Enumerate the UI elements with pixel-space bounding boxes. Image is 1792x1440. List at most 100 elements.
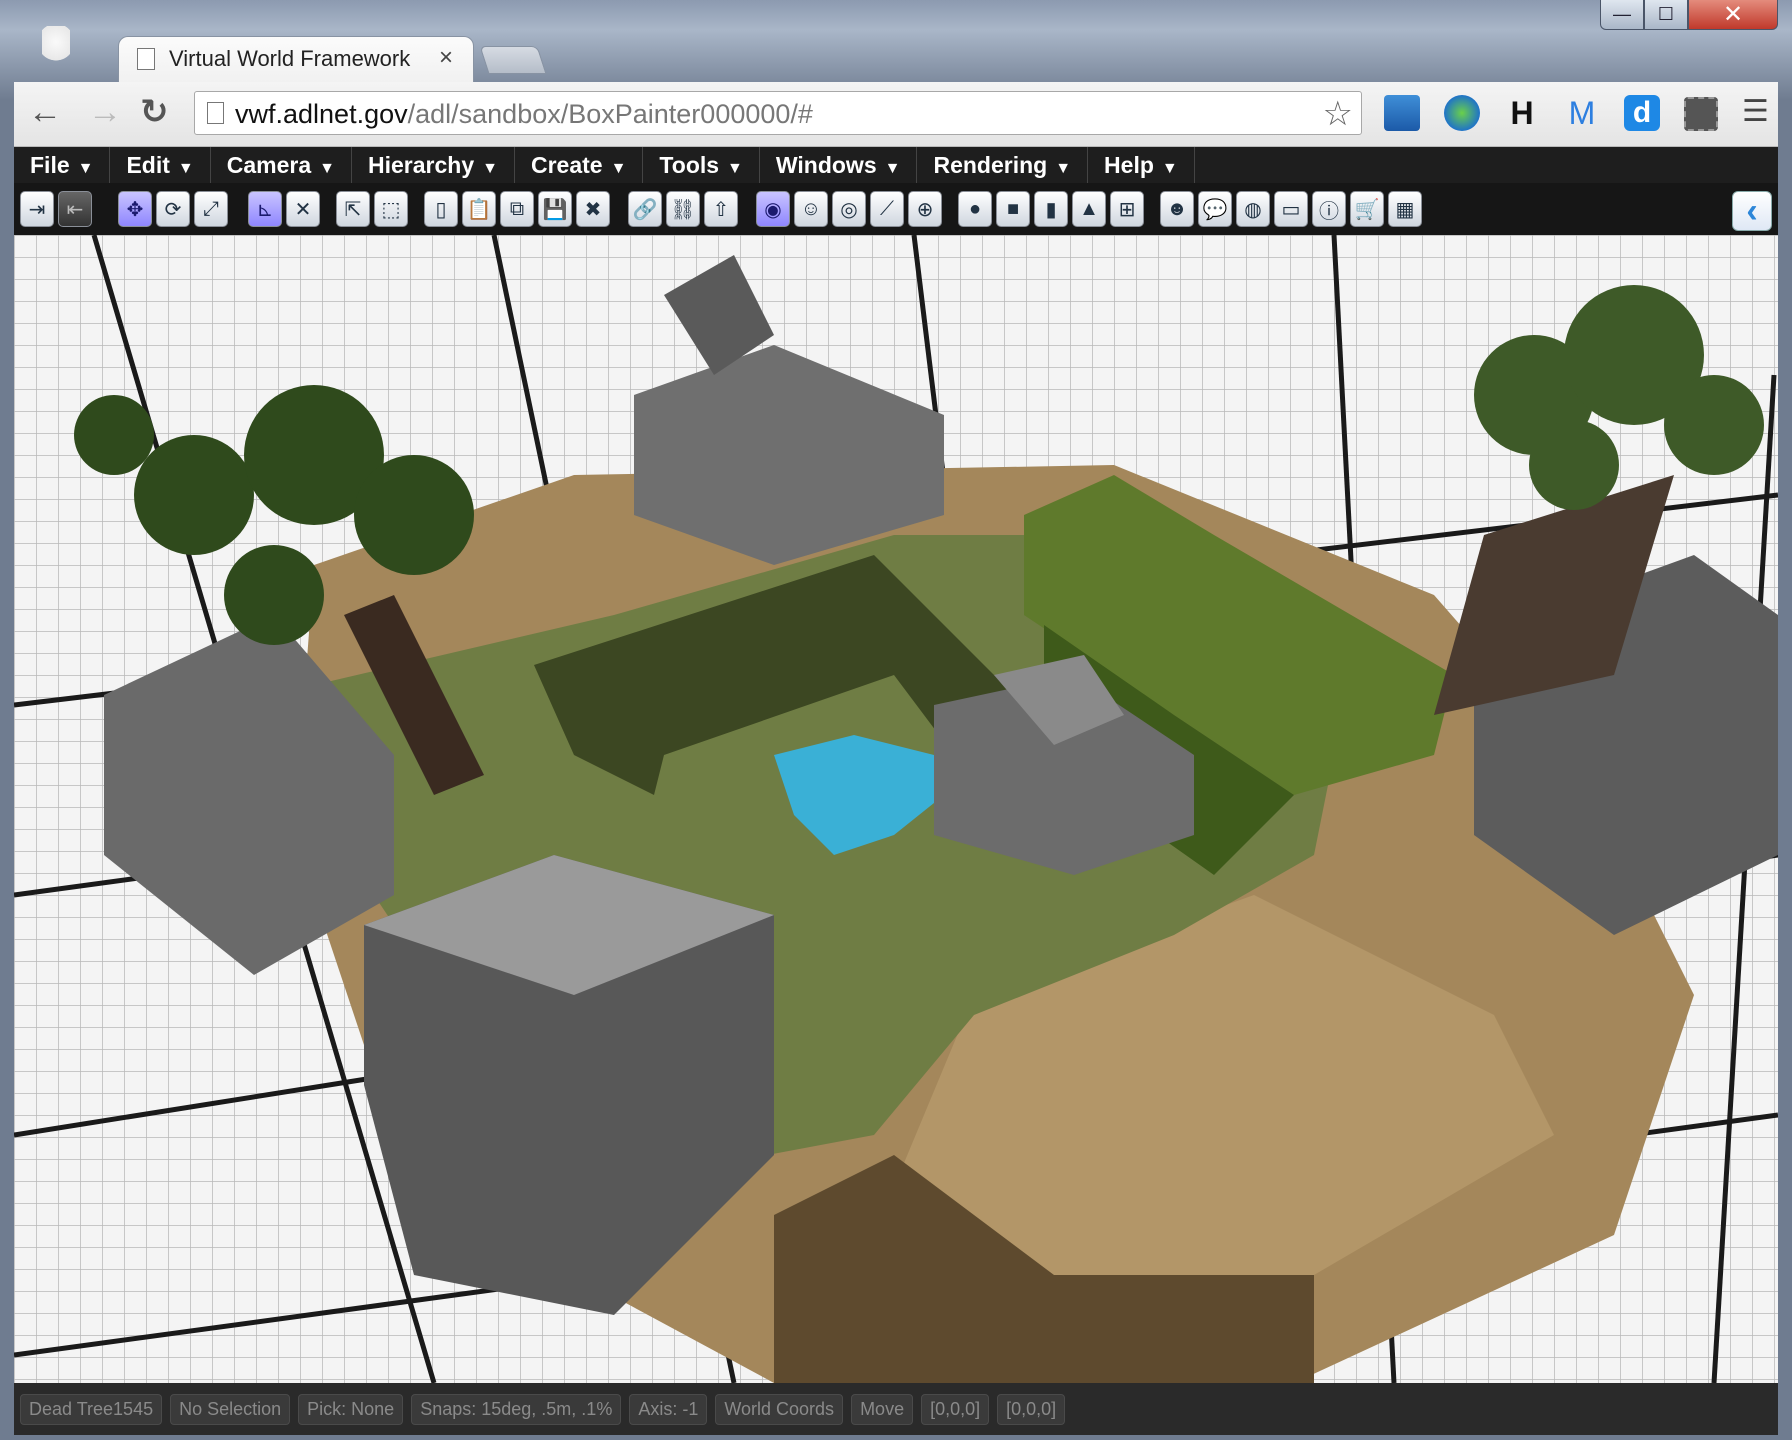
tab-close-icon[interactable]: × [439, 44, 453, 72]
tab-title: Virtual World Framework [169, 46, 411, 71]
scene-render [14, 235, 1778, 1383]
rotate-tool-icon[interactable]: ⟳ [156, 191, 190, 227]
browser-toolbar: ← → ↻ vwf.adlnet.gov/adl/sandbox/BoxPain… [14, 82, 1778, 147]
chevron-down-icon: ▼ [610, 160, 627, 177]
world-coords-icon[interactable]: ⊾ [248, 191, 282, 227]
new-tab-button[interactable] [479, 46, 547, 74]
select-parent-icon[interactable]: ⇧ [704, 191, 738, 227]
url-host: vwf.adlnet.gov [235, 99, 408, 129]
status-bar: Dead Tree1545 No Selection Pick: None Sn… [14, 1383, 1778, 1435]
page-info-icon[interactable] [207, 102, 224, 124]
menu-help-label: Help [1104, 152, 1154, 178]
wand-icon[interactable]: ⟋ [870, 191, 904, 227]
chrome-menu-icon[interactable]: ☰ [1742, 92, 1769, 132]
globe-icon[interactable]: ◍ [1236, 191, 1270, 227]
close-window-button[interactable]: ✕ [1688, 0, 1778, 30]
3d-viewport[interactable] [14, 235, 1778, 1383]
d-extension-icon[interactable]: d [1624, 95, 1660, 131]
menu-rendering[interactable]: Rendering ▼ [917, 147, 1089, 183]
status-pick[interactable]: Pick: None [298, 1393, 404, 1425]
move-tool-icon[interactable]: ✥ [118, 191, 152, 227]
browser-tab-active[interactable]: Virtual World Framework × [118, 36, 474, 82]
chevron-down-icon: ▼ [177, 160, 194, 177]
menu-windows-label: Windows [775, 152, 877, 178]
status-snaps[interactable]: Snaps: 15deg, .5m, .1% [411, 1393, 622, 1425]
menu-hierarchy[interactable]: Hierarchy ▼ [352, 147, 515, 183]
camera-first-person-icon[interactable]: ◉ [756, 191, 790, 227]
reload-button[interactable]: ↻ [140, 92, 169, 132]
evernote-extension-icon[interactable] [1684, 97, 1718, 131]
menu-tools[interactable]: Tools ▼ [643, 147, 760, 183]
cone-icon[interactable]: ▲ [1072, 191, 1106, 227]
menu-tools-label: Tools [659, 152, 720, 178]
menu-file[interactable]: File ▼ [14, 147, 111, 183]
menu-windows[interactable]: Windows ▼ [760, 147, 918, 183]
menu-rendering-label: Rendering [933, 152, 1048, 178]
minimize-button[interactable]: — [1600, 0, 1644, 30]
save-icon[interactable]: 💾 [538, 191, 572, 227]
tool-iconbar: ⇥ ⇤ ✥ ⟳ ⤢ ⊾ ✕ ⇱ ⬚ ▯ 📋 ⧉ 💾 ✖ 🔗 ⛓ ⇧ ◉ ☺ ◎ … [14, 183, 1778, 235]
chevron-down-icon: ▼ [884, 160, 901, 177]
delete-icon[interactable]: ✖ [576, 191, 610, 227]
shopping-cart-icon[interactable]: 🛒 [1350, 191, 1384, 227]
address-bar[interactable]: vwf.adlnet.gov/adl/sandbox/BoxPainter000… [194, 91, 1362, 135]
chevron-down-icon: ▼ [77, 160, 94, 177]
status-world-name[interactable]: Dead Tree1545 [20, 1393, 163, 1425]
back-button[interactable]: ← [28, 92, 62, 132]
users-icon[interactable]: ☻ [1160, 191, 1194, 227]
status-position[interactable]: [0,0,0] [921, 1393, 990, 1425]
menu-create[interactable]: Create ▼ [515, 147, 644, 183]
status-axis[interactable]: Axis: -1 [629, 1393, 708, 1425]
target-icon[interactable]: ⊕ [908, 191, 942, 227]
menu-help[interactable]: Help ▼ [1088, 147, 1195, 183]
chevron-down-icon: ▼ [319, 160, 335, 177]
screen-capture-extension-icon[interactable] [1384, 95, 1420, 131]
new-document-icon[interactable]: ▯ [424, 191, 458, 227]
window-caption-buttons: — ☐ ✕ [1600, 0, 1778, 30]
paste-icon[interactable]: 📋 [462, 191, 496, 227]
chat-icon[interactable]: 💬 [1198, 191, 1232, 227]
status-rotation[interactable]: [0,0,0] [997, 1393, 1066, 1425]
chevron-down-icon: ▼ [1055, 160, 1072, 177]
status-coord-space[interactable]: World Coords [715, 1393, 844, 1425]
pick-tool-icon[interactable]: ⇱ [336, 191, 370, 227]
avatar-icon[interactable]: ☺ [794, 191, 828, 227]
m-extension-icon[interactable]: M [1564, 95, 1600, 131]
local-coords-icon[interactable]: ✕ [286, 191, 320, 227]
menu-file-label: File [30, 152, 70, 178]
status-selection[interactable]: No Selection [170, 1393, 291, 1425]
profile-avatar-icon[interactable] [42, 26, 70, 72]
menu-camera-label: Camera [226, 152, 312, 178]
menu-edit[interactable]: Edit ▼ [110, 147, 211, 183]
login-icon[interactable]: ⇤ [58, 191, 92, 227]
globe-extension-icon[interactable] [1444, 95, 1480, 131]
maximize-button[interactable]: ☐ [1644, 0, 1688, 30]
plane-icon[interactable]: ⊞ [1110, 191, 1144, 227]
inventory-boxes-icon[interactable]: ▦ [1388, 191, 1422, 227]
forward-button[interactable]: → [88, 92, 122, 132]
sphere-icon[interactable]: ● [958, 191, 992, 227]
marquee-select-icon[interactable]: ⬚ [374, 191, 408, 227]
sandbox-app: File ▼ Edit ▼ Camera ▼ Hierarchy ▼ Create ▼ T… [14, 147, 1778, 1435]
menu-camera[interactable]: Camera ▼ [211, 147, 352, 183]
menu-edit-label: Edit [126, 152, 170, 178]
copy-icon[interactable]: ⧉ [500, 191, 534, 227]
h-extension-icon[interactable]: H [1504, 95, 1540, 131]
orbit-camera-icon[interactable]: ◎ [832, 191, 866, 227]
page-icon [137, 48, 155, 70]
cylinder-icon[interactable]: ▮ [1034, 191, 1068, 227]
sidebar-toggle-chevron-left-icon[interactable]: ‹ [1732, 191, 1772, 231]
link-icon[interactable]: 🔗 [628, 191, 662, 227]
url-path: /adl/sandbox/BoxPainter000000/# [407, 99, 813, 129]
status-tool-mode[interactable]: Move [851, 1393, 914, 1425]
unlink-icon[interactable]: ⛓ [666, 191, 700, 227]
chevron-down-icon: ▼ [727, 160, 743, 177]
cube-icon[interactable]: ■ [996, 191, 1030, 227]
window-icon[interactable]: ▭ [1274, 191, 1308, 227]
url-text: vwf.adlnet.gov/adl/sandbox/BoxPainter000… [235, 99, 813, 130]
logout-icon[interactable]: ⇥ [20, 191, 54, 227]
bookmark-star-icon[interactable]: ☆ [1323, 94, 1353, 134]
info-icon[interactable]: ⓘ [1312, 191, 1346, 227]
chevron-down-icon: ▼ [482, 160, 498, 177]
scale-tool-icon[interactable]: ⤢ [194, 191, 228, 227]
